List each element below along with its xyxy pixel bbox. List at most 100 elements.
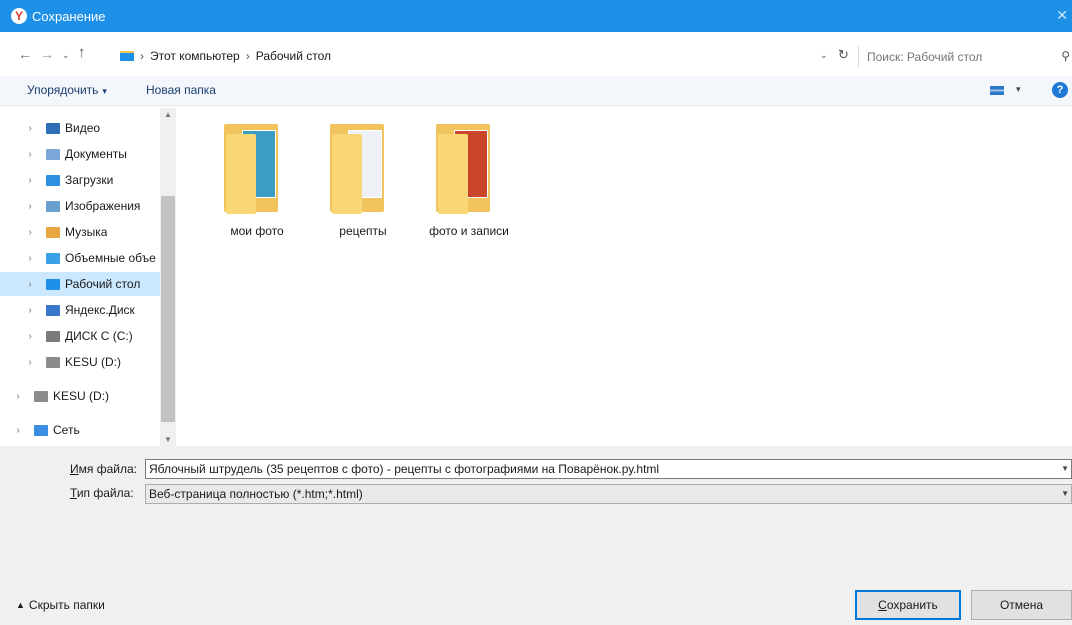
expand-chevron-icon[interactable]: › — [24, 331, 36, 342]
nav-item[interactable]: › ДИСК C (C:) — [0, 324, 160, 348]
filename-value[interactable]: Яблочный штрудель (35 рецептов с фото) -… — [149, 462, 659, 476]
filetype-select[interactable]: Веб-страница полностью (*.htm;*.html) ▼ — [145, 484, 1072, 504]
chevron-up-icon: ▲ — [16, 600, 25, 610]
folder-item[interactable]: рецепты — [308, 108, 418, 238]
filetype-value[interactable]: Веб-страница полностью (*.htm;*.html) — [149, 487, 363, 501]
folder-name: фото и записи — [429, 224, 509, 238]
nav-item-label: Объемные объе — [65, 251, 156, 265]
chevron-right-icon[interactable]: › — [140, 49, 144, 63]
up-arrow-icon[interactable]: ↑ — [78, 44, 86, 61]
folder-icon — [46, 252, 60, 264]
hide-folders-button[interactable]: ▲ Скрыть папки — [16, 598, 105, 612]
expand-chevron-icon[interactable]: › — [24, 201, 36, 212]
nav-item-label: Видео — [65, 121, 101, 135]
filename-label: Имя файла: — [70, 462, 137, 476]
nav-item[interactable]: › KESU (D:) — [0, 350, 160, 374]
refresh-icon[interactable]: ↻ — [838, 47, 849, 63]
yandex-browser-icon: Y — [11, 8, 27, 24]
breadcrumb-item-desktop[interactable]: Рабочий стол — [256, 49, 331, 63]
folder-icon — [46, 122, 60, 134]
scroll-down-icon[interactable]: ▼ — [160, 435, 176, 444]
forward-arrow-icon[interactable]: → — [40, 46, 54, 62]
folder-front-shape — [332, 134, 362, 214]
expand-chevron-icon[interactable]: › — [24, 305, 36, 316]
file-list: мои фото рецепты фото и записи — [178, 108, 1072, 446]
scrollbar-thumb[interactable] — [161, 196, 175, 422]
chevron-down-icon[interactable]: ▼ — [1061, 464, 1069, 473]
nav-item-label: ДИСК C (C:) — [65, 329, 133, 343]
nav-item-label: Рабочий стол — [65, 277, 141, 291]
title-bar: Y Сохранение ✕ — [0, 0, 1072, 32]
expand-chevron-icon[interactable]: › — [12, 391, 24, 402]
chevron-down-icon[interactable]: ▼ — [1061, 489, 1069, 498]
filename-field[interactable]: Яблочный штрудель (35 рецептов с фото) -… — [145, 459, 1072, 479]
folder-front-shape — [226, 134, 256, 214]
folder-icon — [46, 278, 60, 290]
expand-chevron-icon[interactable]: › — [24, 279, 36, 290]
new-folder-button[interactable]: Новая папка — [146, 83, 216, 97]
nav-item[interactable]: › Объемные объе — [0, 246, 160, 270]
command-bar: Упорядочить ▾ Новая папка ▾ ? — [0, 76, 1072, 106]
folder-icon — [46, 200, 60, 212]
search-box[interactable]: ⚲ — [858, 46, 1072, 68]
expand-chevron-icon[interactable]: › — [24, 123, 36, 134]
nav-item[interactable]: › Загрузки — [0, 168, 160, 192]
expand-chevron-icon[interactable]: › — [24, 149, 36, 160]
view-mode-icon[interactable] — [990, 86, 1004, 95]
chevron-right-icon[interactable]: › — [246, 49, 250, 63]
folder-icon — [46, 226, 60, 238]
folder-icon — [46, 148, 60, 160]
expand-chevron-icon[interactable]: › — [24, 253, 36, 264]
nav-item[interactable]: › Изображения — [0, 194, 160, 218]
scroll-up-icon[interactable]: ▲ — [160, 110, 176, 119]
nav-item-label: KESU (D:) — [53, 389, 110, 403]
address-bar: ← → ⌄ ↑ › Этот компьютер › Рабочий стол … — [0, 40, 1072, 72]
expand-chevron-icon[interactable]: › — [12, 425, 24, 436]
folder-name: рецепты — [339, 224, 387, 238]
nav-item-label: Сеть — [53, 423, 80, 437]
navigation-pane: › Видео › Документы › Загрузки › Изображения › Му… — [0, 108, 176, 446]
save-button[interactable]: Сохранить — [855, 590, 961, 620]
nav-item-label: Загрузки — [65, 173, 114, 187]
breadcrumb-item-this-pc[interactable]: Этот компьютер — [150, 49, 240, 63]
folder-item[interactable]: мои фото — [202, 108, 312, 238]
organize-button[interactable]: Упорядочить ▾ — [27, 83, 107, 97]
folder-name: мои фото — [230, 224, 284, 238]
expand-chevron-icon[interactable]: › — [24, 175, 36, 186]
address-dropdown-icon[interactable]: ⌄ — [820, 50, 828, 61]
close-icon[interactable]: ✕ — [1056, 7, 1068, 24]
nav-scrollbar[interactable]: ▲ ▼ — [160, 108, 176, 446]
nav-item-label: Музыка — [65, 225, 108, 239]
expand-chevron-icon[interactable]: › — [24, 227, 36, 238]
hide-folders-label: Скрыть папки — [28, 598, 105, 612]
nav-item[interactable]: › Рабочий стол — [0, 272, 160, 296]
back-arrow-icon[interactable]: ← — [18, 46, 32, 62]
nav-item[interactable]: › Сеть — [0, 418, 160, 442]
folder-icon — [46, 304, 60, 316]
desktop-folder-icon — [120, 51, 134, 61]
nav-item[interactable]: › Музыка — [0, 220, 160, 244]
nav-item[interactable]: › KESU (D:) — [0, 384, 160, 408]
cancel-button[interactable]: Отмена — [971, 590, 1072, 620]
filetype-label: Тип файла: — [70, 486, 134, 500]
folder-icon — [34, 390, 48, 402]
nav-item-label: Изображения — [65, 199, 141, 213]
recent-locations-dropdown-icon[interactable]: ⌄ — [62, 50, 70, 61]
view-mode-dropdown-icon[interactable]: ▾ — [1016, 84, 1021, 95]
folder-front-shape — [438, 134, 468, 214]
nav-item-label: KESU (D:) — [65, 355, 122, 369]
window-title: Сохранение — [32, 8, 106, 24]
expand-chevron-icon[interactable]: › — [24, 357, 36, 368]
nav-item-label: Яндекс.Диск — [65, 303, 135, 317]
breadcrumb: › Этот компьютер › Рабочий стол — [140, 49, 331, 63]
folder-icon — [46, 174, 60, 186]
folder-icon — [46, 356, 60, 368]
folder-item[interactable]: фото и записи — [414, 108, 524, 238]
nav-item[interactable]: › Документы — [0, 142, 160, 166]
nav-item[interactable]: › Яндекс.Диск — [0, 298, 160, 322]
search-input[interactable] — [867, 50, 1047, 64]
folder-icon — [34, 424, 48, 436]
help-icon[interactable]: ? — [1052, 82, 1068, 98]
nav-item[interactable]: › Видео — [0, 116, 160, 140]
search-icon[interactable]: ⚲ — [1061, 49, 1070, 63]
